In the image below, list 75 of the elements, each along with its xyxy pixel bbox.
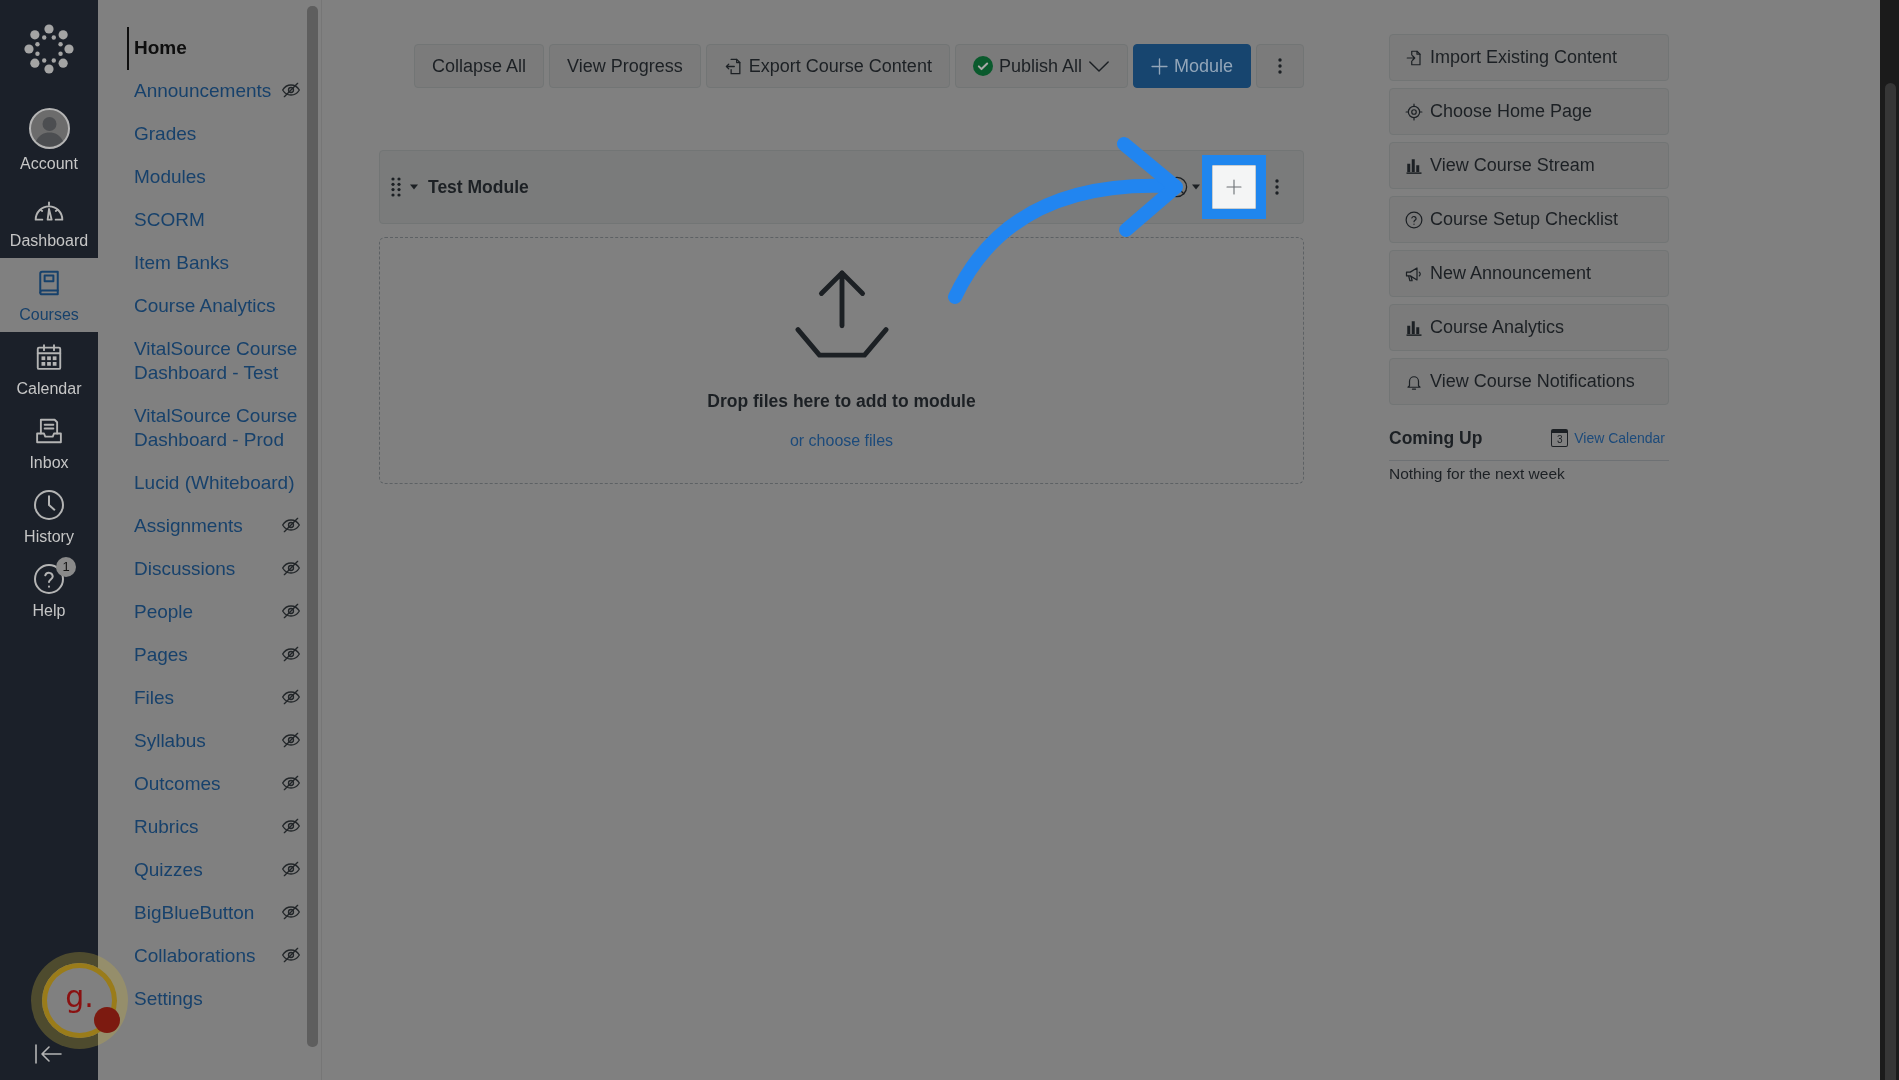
coming-up-heading: Coming Up	[1389, 427, 1483, 450]
course-nav-link[interactable]: Quizzes	[127, 849, 301, 892]
choose-files-link[interactable]: or choose files	[789, 431, 894, 451]
sidebar-button[interactable]: Choose Home Page	[1389, 88, 1669, 135]
upload-icon	[794, 267, 889, 359]
caret-icon[interactable]	[410, 183, 418, 191]
course-nav-link[interactable]: Files	[127, 677, 301, 720]
chevron-down-icon	[1087, 59, 1110, 73]
caret-icon[interactable]	[1192, 183, 1200, 191]
plus-icon	[1150, 57, 1168, 75]
course-nav-link[interactable]: People	[127, 591, 301, 634]
course-nav-link[interactable]: Item Banks	[127, 242, 301, 285]
course-nav-link[interactable]: VitalSource Course Dashboard - Prod	[127, 395, 301, 462]
logo[interactable]	[24, 24, 74, 74]
file-drop-zone[interactable]: Drop files here to add to module or choose files	[379, 237, 1304, 484]
help-icon	[33, 563, 65, 595]
course-nav-link[interactable]: Discussions	[127, 548, 301, 591]
global-nav-item[interactable]: Inbox	[0, 406, 98, 480]
toolbar-button[interactable]: View Progress	[549, 44, 701, 88]
inbox-icon	[34, 416, 64, 446]
sidebar-button[interactable]: View Course Notifications	[1389, 358, 1669, 405]
publish-all-button[interactable]: Publish All	[954, 44, 1128, 88]
sidebar-button[interactable]: Import Existing Content	[1389, 34, 1669, 81]
course-nav-link[interactable]: Pages	[127, 634, 301, 677]
course-nav-link[interactable]: Grades	[127, 113, 301, 156]
empty-state-text: Nothing for the next week	[1389, 465, 1566, 483]
course-nav-link[interactable]: Syllabus	[127, 720, 301, 763]
course-nav-link[interactable]: Rubrics	[127, 806, 301, 849]
calendar-icon: 3	[1551, 429, 1569, 447]
target-icon	[1405, 102, 1423, 121]
course-nav-link[interactable]: Announcements	[127, 70, 301, 113]
kebab-icon[interactable]	[1278, 57, 1282, 75]
bar-chart-icon	[1405, 318, 1423, 337]
view-calendar-link[interactable]: 3 View Calendar	[1551, 429, 1665, 447]
scrollbar-thumb[interactable]	[1885, 83, 1896, 1080]
global-nav-item[interactable]: Courses	[0, 258, 98, 332]
global-nav-item[interactable]: History	[0, 480, 98, 554]
file-import-icon	[1405, 48, 1423, 67]
bar-chart-icon	[1405, 156, 1423, 175]
add-module-button[interactable]: Module	[1132, 44, 1251, 88]
global-nav-item[interactable]: Dashboard	[0, 184, 98, 258]
check-circle-icon	[972, 56, 993, 76]
sidebar-button[interactable]: Course Analytics	[1389, 304, 1669, 351]
notification-badge: 1	[56, 557, 76, 577]
global-nav-item[interactable]: Account	[0, 110, 98, 184]
global-nav-item[interactable]: 1 Help	[0, 554, 98, 628]
export-file-icon	[723, 56, 743, 76]
course-nav-link[interactable]: BigBlueButton	[127, 892, 301, 935]
calendar-icon	[34, 342, 64, 372]
avatar-icon	[28, 108, 70, 149]
kebab-icon[interactable]	[1275, 179, 1279, 195]
course-nav-link[interactable]: Course Analytics	[127, 285, 301, 328]
toolbar-button[interactable]: Collapse All	[414, 44, 545, 88]
question-circle-icon	[1405, 210, 1423, 229]
course-nav-link[interactable]: Modules	[127, 156, 301, 199]
course-nav-link[interactable]: Settings	[127, 978, 301, 1021]
clock-icon	[33, 489, 65, 521]
course-nav-link[interactable]: VitalSource Course Dashboard - Test	[127, 328, 301, 395]
plus-icon	[1226, 179, 1242, 195]
course-nav-link[interactable]: Collaborations	[127, 935, 301, 978]
course-nav-link[interactable]: Assignments	[127, 505, 301, 548]
scrollbar-thumb[interactable]	[307, 6, 318, 1047]
module-title: Test Module	[428, 176, 529, 198]
course-nav-link[interactable]: SCORM	[127, 199, 301, 242]
course-nav-link[interactable]: Outcomes	[127, 763, 301, 806]
sidebar-button[interactable]: New Announcement	[1389, 250, 1669, 297]
drag-handle-icon[interactable]	[391, 177, 401, 197]
collapse-arrow-icon[interactable]	[34, 1044, 63, 1064]
export-button[interactable]: Export Course Content	[705, 44, 950, 88]
sidebar-button[interactable]: Course Setup Checklist	[1389, 196, 1669, 243]
sidebar-button[interactable]: View Course Stream	[1389, 142, 1669, 189]
course-nav-link[interactable]: Home	[127, 27, 301, 70]
course-nav-link[interactable]: Lucid (Whiteboard)	[127, 462, 301, 505]
drop-files-text: Drop files here to add to module	[707, 391, 976, 411]
global-nav-item[interactable]: Calendar	[0, 332, 98, 406]
